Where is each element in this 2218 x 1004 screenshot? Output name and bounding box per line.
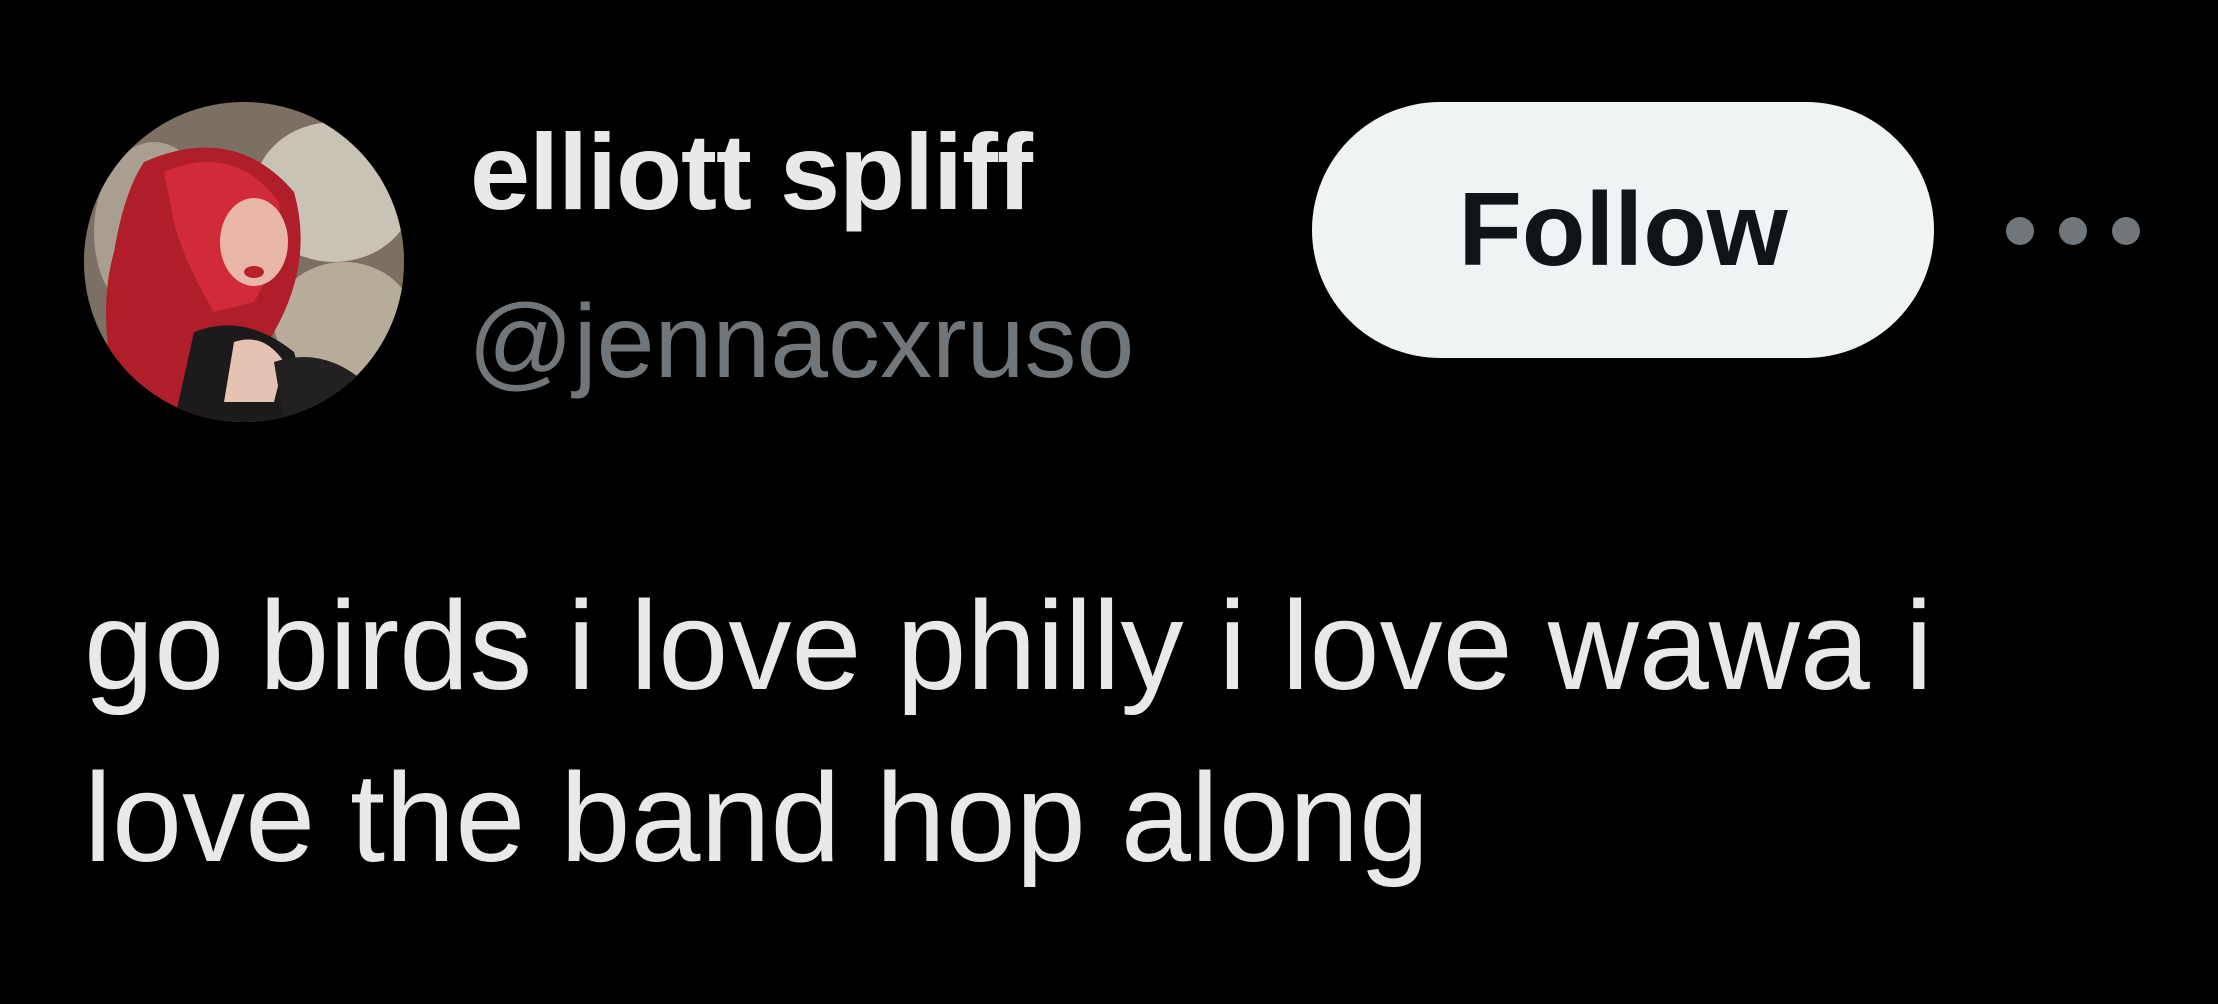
follow-button[interactable]: Follow (1312, 102, 1934, 358)
tweet-card: elliott spliff @jennacxruso Follow go bi… (0, 0, 2218, 1004)
ellipsis-horizontal-icon (2006, 217, 2034, 245)
tweet-text-line: love the band hop along (84, 747, 1430, 888)
tweet-text: go birds i love philly i love wawa i love… (84, 560, 2164, 904)
author-handle[interactable]: @jennacxruso (468, 290, 1134, 394)
author-display-name[interactable]: elliott spliff (470, 118, 1033, 226)
ellipsis-horizontal-icon (2059, 217, 2087, 245)
follow-button-label: Follow (1458, 172, 1788, 288)
more-options-button[interactable] (2006, 196, 2140, 266)
avatar[interactable] (84, 102, 404, 422)
avatar-photo-icon (84, 102, 404, 422)
ellipsis-horizontal-icon (2112, 217, 2140, 245)
tweet-text-line: go birds i love philly i love wawa i (84, 575, 1933, 716)
